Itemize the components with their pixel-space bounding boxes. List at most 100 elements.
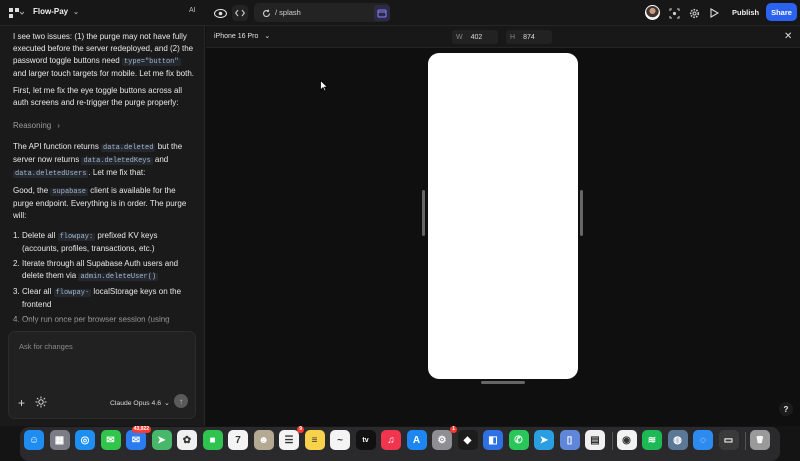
- url-path: / splash: [275, 8, 301, 17]
- play-icon[interactable]: [706, 5, 722, 21]
- dock-preview-icon[interactable]: ▯: [559, 430, 580, 450]
- facetime-glyph: ■: [209, 434, 216, 446]
- url-bar[interactable]: / splash: [254, 3, 390, 22]
- width-value: 402: [470, 33, 483, 41]
- add-attachment-icon[interactable]: +: [18, 396, 25, 410]
- preview-eye-icon[interactable]: [212, 5, 228, 21]
- tv-glyph: tv: [362, 436, 369, 444]
- message-text: Clear all: [22, 287, 54, 296]
- gear-icon[interactable]: [686, 5, 702, 21]
- dock-screenshots-icon[interactable]: ▭: [718, 430, 739, 450]
- dock-separator: [745, 432, 746, 450]
- inline-code: supabase: [50, 188, 88, 196]
- width-field[interactable]: W 402: [452, 30, 498, 44]
- select-element-icon[interactable]: [666, 5, 682, 21]
- dock-textedit-icon[interactable]: ▤: [585, 430, 605, 450]
- dock-trash-icon[interactable]: 🗑: [750, 430, 770, 450]
- help-button[interactable]: ?: [779, 402, 793, 416]
- dock-telegram-icon[interactable]: ➤: [534, 430, 554, 450]
- message-text: Delete all: [22, 231, 58, 240]
- message-text: The API function returns: [13, 142, 102, 151]
- launchpad-glyph: ▦: [54, 434, 65, 446]
- dock-tv-icon[interactable]: tv: [355, 430, 376, 450]
- refresh-icon[interactable]: [258, 5, 274, 21]
- reasoning-toggle[interactable]: Reasoning ›: [13, 121, 60, 130]
- dock-mail-icon[interactable]: ✉ 43,922: [126, 426, 151, 450]
- dock-finder-drive-icon[interactable]: ◍: [667, 430, 688, 450]
- dock-photos-icon[interactable]: ✿: [177, 430, 197, 450]
- dock-facetime-icon[interactable]: ■: [202, 430, 223, 450]
- dock-spotify-icon[interactable]: ≋: [642, 430, 662, 450]
- height-field[interactable]: H 874: [506, 30, 552, 44]
- message-text: Good, the: [13, 186, 51, 195]
- resize-handle-left[interactable]: [422, 190, 425, 236]
- ai-toggle[interactable]: AI: [189, 7, 196, 14]
- user-avatar[interactable]: [645, 5, 660, 20]
- dock-contacts-icon[interactable]: ☻: [253, 430, 274, 450]
- dock-proxyman-icon[interactable]: ◌: [693, 430, 713, 450]
- sparkle-icon[interactable]: [35, 396, 47, 408]
- chevron-right-icon: ›: [57, 121, 60, 130]
- maps-glyph: ➤: [157, 434, 166, 446]
- dock-app-store-icon[interactable]: A: [406, 430, 427, 450]
- chat-message: I see two issues: (1) the purge may not …: [13, 31, 195, 80]
- code-view-icon[interactable]: [232, 5, 248, 21]
- chat-input[interactable]: [19, 342, 179, 351]
- chat-composer: + Claude Opus 4.6 ⌄ ↑: [8, 331, 196, 419]
- scroll-fade: [0, 312, 204, 330]
- reasoning-label: Reasoning: [13, 121, 52, 130]
- dock-launchpad-icon[interactable]: ▦: [49, 430, 70, 450]
- project-switcher[interactable]: Flow-Pay ⌄: [33, 7, 79, 16]
- dock-messages-icon[interactable]: ✉: [100, 430, 121, 450]
- inline-code: flowpay:: [57, 233, 96, 241]
- chat-message: First, let me fix the eye toggle buttons…: [13, 85, 195, 109]
- textedit-glyph: ▤: [590, 434, 600, 446]
- message-text: and larger touch targets for mobile. Let…: [13, 69, 194, 78]
- inline-code: data.deletedUsers: [13, 170, 89, 178]
- freeform-glyph: ~: [337, 434, 343, 446]
- chat-message: Good, the supabase client is available f…: [13, 185, 195, 222]
- phone-preview-screen[interactable]: [428, 53, 578, 379]
- top-bar: Flow-Pay ⌄ AI / splash Publish Share: [0, 0, 800, 26]
- project-name: Flow-Pay: [33, 7, 69, 16]
- dock-whatsapp-icon[interactable]: ✆: [508, 430, 529, 450]
- dock-music-icon[interactable]: ♫: [381, 430, 401, 450]
- list-item: 2. Iterate through all Supabase Auth user…: [13, 258, 195, 283]
- preview-area: iPhone 16 Pro ⌄ W 402 H 874 ✕ ?: [206, 26, 800, 426]
- resize-handle-bottom[interactable]: [481, 381, 525, 384]
- model-selector[interactable]: Claude Opus 4.6 ⌄: [110, 399, 170, 408]
- send-button[interactable]: ↑: [174, 394, 188, 408]
- dock-calendar-icon[interactable]: 7: [228, 430, 248, 450]
- contacts-glyph: ☻: [258, 434, 269, 446]
- device-selector[interactable]: iPhone 16 Pro ⌄: [214, 32, 270, 41]
- dock-tailscale-icon[interactable]: ◧: [483, 430, 503, 450]
- resize-handle-right[interactable]: [580, 190, 583, 236]
- dock-maps-icon[interactable]: ➤: [151, 430, 172, 450]
- safari-glyph: ◎: [80, 434, 90, 446]
- dock-figma-icon[interactable]: ◆: [457, 430, 478, 450]
- list-item: 3. Clear all flowpay- localStorage keys o…: [13, 286, 195, 311]
- screenshots-glyph: ▭: [723, 434, 734, 446]
- dock-system-settings-icon[interactable]: ⚙ 1: [432, 426, 457, 450]
- calendar-glyph: 7: [235, 434, 241, 446]
- publish-button[interactable]: Publish: [728, 5, 763, 20]
- dock-finder-icon[interactable]: ☺: [24, 430, 44, 450]
- dock-freeform-icon[interactable]: ~: [330, 430, 350, 450]
- app-logo-icon[interactable]: [8, 7, 24, 19]
- dock-reminders-icon[interactable]: ☰ 9: [279, 426, 304, 450]
- share-button[interactable]: Share: [766, 3, 797, 21]
- chevron-down-icon: ⌄: [164, 400, 170, 407]
- mail-glyph: ✉: [131, 434, 141, 446]
- responsive-view-icon[interactable]: [374, 5, 390, 21]
- dock-safari-icon[interactable]: ◎: [75, 430, 95, 450]
- preview-glyph: ▯: [566, 434, 573, 446]
- dock-notes-icon[interactable]: ≡: [304, 430, 325, 450]
- list-number: 1.: [13, 231, 20, 240]
- close-icon[interactable]: ✕: [784, 31, 792, 42]
- list-item: 1. Delete all flowpay: prefixed KV keys (…: [13, 230, 195, 255]
- chevron-down-icon: ⌄: [73, 8, 79, 16]
- notification-badge: 1: [450, 426, 457, 433]
- proxyman-glyph: ◌: [700, 434, 706, 446]
- model-name: Claude Opus 4.6: [110, 399, 162, 407]
- dock-chrome-icon[interactable]: ◉: [616, 430, 637, 450]
